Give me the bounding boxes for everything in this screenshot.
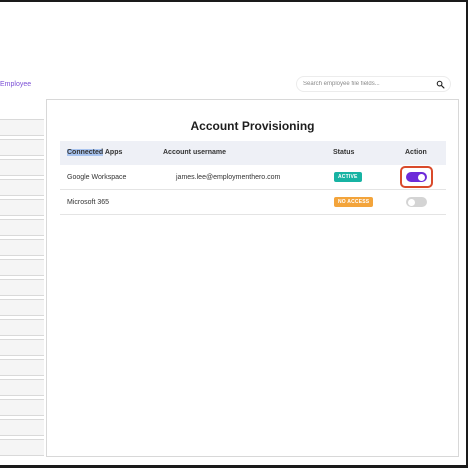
selected-text: Connected — [67, 149, 104, 156]
panel-title: Account Provisioning — [190, 119, 315, 133]
sidebar-item[interactable] — [0, 119, 44, 136]
breadcrumb-employee[interactable]: Employee — [0, 81, 31, 88]
app-name: Microsoft 365 — [67, 199, 110, 206]
column-connected-apps-rest: Apps — [103, 149, 123, 156]
table-header: Connected Apps Account username Status A… — [60, 141, 446, 165]
microsoft-365-toggle[interactable] — [406, 197, 427, 207]
sidebar-item[interactable] — [0, 259, 44, 276]
account-username: james.lee@employmenthero.com — [176, 174, 281, 181]
toggle-knob — [418, 173, 425, 181]
sidebar-item[interactable] — [0, 299, 44, 316]
sidebar-item[interactable] — [0, 239, 44, 256]
sidebar-item[interactable] — [0, 219, 44, 236]
app-name: Google Workspace — [67, 174, 127, 181]
sidebar-item[interactable] — [0, 339, 44, 356]
toggle-knob — [408, 198, 415, 206]
sidebar-item[interactable] — [0, 159, 44, 176]
sidebar-item[interactable] — [0, 319, 44, 336]
employee-search[interactable] — [296, 76, 451, 92]
column-connected-apps: Connected Apps — [67, 149, 122, 156]
sidebar-item[interactable] — [0, 419, 44, 436]
sidebar-item[interactable] — [0, 199, 44, 216]
window-top-border — [0, 0, 468, 2]
search-icon[interactable] — [436, 80, 445, 89]
column-action: Action — [405, 149, 427, 156]
column-account-username: Account username — [163, 149, 227, 156]
sidebar-item[interactable] — [0, 139, 44, 156]
status-badge: ACTIVE — [334, 172, 362, 182]
sidebar-item[interactable] — [0, 359, 44, 376]
sidebar-item[interactable] — [0, 179, 44, 196]
sidebar-item[interactable] — [0, 399, 44, 416]
status-badge: NO ACCESS — [334, 197, 374, 207]
google-workspace-toggle[interactable] — [406, 172, 427, 182]
sidebar-item[interactable] — [0, 379, 44, 396]
column-status: Status — [333, 149, 355, 156]
account-provisioning-panel: Account Provisioning Connected Apps Acco… — [46, 99, 459, 457]
search-input[interactable] — [303, 81, 433, 87]
table-row: Microsoft 365 NO ACCESS — [60, 190, 446, 215]
sidebar-item[interactable] — [0, 279, 44, 296]
sidebar-item[interactable] — [0, 439, 44, 456]
sidebar-nav — [0, 99, 46, 457]
table-row: Google Workspace james.lee@employmenther… — [60, 165, 446, 190]
